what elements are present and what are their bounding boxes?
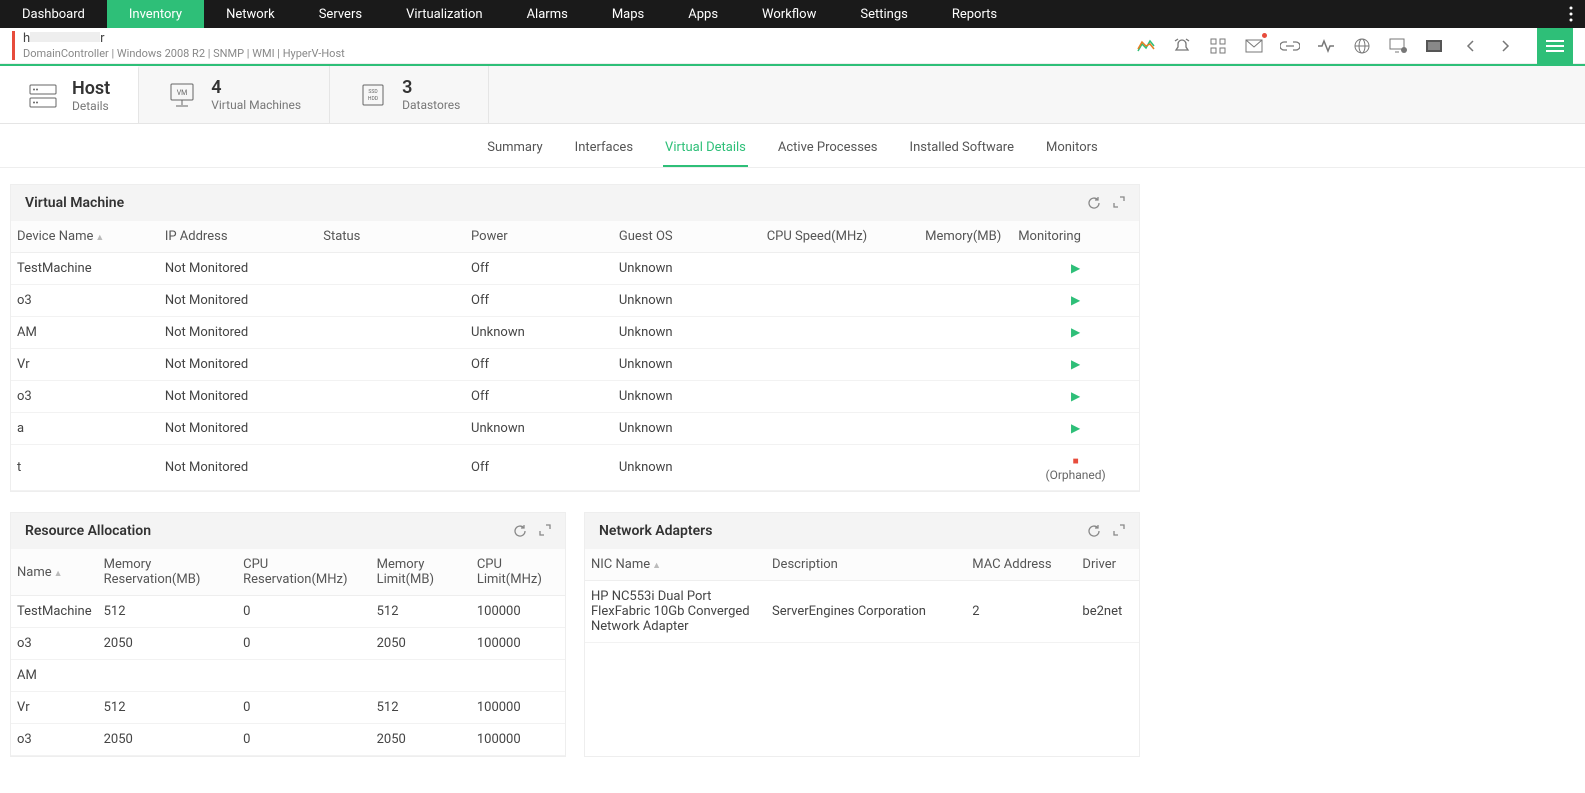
tab-datastores[interactable]: SSDHDD 3 Datastores xyxy=(330,66,489,123)
table-row[interactable]: a Not MonitoredUnknownUnknown▶ xyxy=(11,413,1139,445)
ra-col-header[interactable]: CPU Reservation(MHz) xyxy=(237,549,370,596)
table-row[interactable]: t Not MonitoredOffUnknown■(Orphaned) xyxy=(11,445,1139,491)
nav-more-icon[interactable] xyxy=(1563,0,1579,28)
datastore-icon: SSDHDD xyxy=(358,80,388,110)
ra-col-header[interactable]: Memory Reservation(MB) xyxy=(98,549,238,596)
vm-widget-title: Virtual Machine xyxy=(25,195,124,211)
network-adapters-widget: Network Adapters NIC Name▲DescriptionMAC… xyxy=(584,512,1140,757)
tab-vms-count: 4 xyxy=(211,77,301,98)
globe-icon[interactable] xyxy=(1351,35,1373,57)
na-col-header[interactable]: Description xyxy=(766,549,966,581)
tab-ds-sub: Datastores xyxy=(402,98,460,112)
table-row[interactable]: TestMachine5120512100000 xyxy=(11,596,565,628)
nav-servers[interactable]: Servers xyxy=(297,0,384,28)
vm-table: Device Name▲IP AddressStatusPowerGuest O… xyxy=(11,221,1139,491)
grid-icon[interactable] xyxy=(1207,35,1229,57)
inner-tabs: Summary Interfaces Virtual Details Active P… xyxy=(0,124,1585,168)
link-icon[interactable] xyxy=(1279,35,1301,57)
chart-icon[interactable] xyxy=(1135,35,1157,57)
alarm-icon[interactable] xyxy=(1171,35,1193,57)
next-icon[interactable] xyxy=(1495,35,1517,57)
vm-col-header[interactable]: Guest OS xyxy=(613,221,761,253)
nav-alarms[interactable]: Alarms xyxy=(505,0,590,28)
vm-col-header[interactable]: Memory(MB) xyxy=(919,221,1012,253)
screen-icon[interactable] xyxy=(1423,35,1445,57)
tab-host[interactable]: Host Details xyxy=(0,66,139,123)
na-col-header[interactable]: MAC Address xyxy=(966,549,1076,581)
nav-workflow[interactable]: Workflow xyxy=(740,0,838,28)
tab-ds-count: 3 xyxy=(402,77,460,98)
table-row[interactable]: A MNot MonitoredUnknownUnknown▶ xyxy=(11,317,1139,349)
nav-apps[interactable]: Apps xyxy=(666,0,740,28)
nav-settings[interactable]: Settings xyxy=(838,0,929,28)
mail-icon[interactable] xyxy=(1243,35,1265,57)
ra-col-header[interactable]: CPU Limit(MHz) xyxy=(471,549,565,596)
device-subtitle: DomainController | Windows 2008 R2 | SNM… xyxy=(23,47,345,60)
vm-icon: VM xyxy=(167,80,197,110)
inner-tab-summary[interactable]: Summary xyxy=(485,134,544,167)
ra-col-header[interactable]: Name▲ xyxy=(11,549,98,596)
nav-inventory[interactable]: Inventory xyxy=(107,0,204,28)
vm-widget: Virtual Machine Device Name▲IP AddressSt… xyxy=(10,184,1140,492)
inner-tab-interfaces[interactable]: Interfaces xyxy=(573,134,635,167)
inner-tab-active-processes[interactable]: Active Processes xyxy=(776,134,880,167)
na-col-header[interactable]: NIC Name▲ xyxy=(585,549,766,581)
na-col-header[interactable]: Driver xyxy=(1076,549,1139,581)
table-row[interactable]: o 3Not MonitoredOffUnknown▶ xyxy=(11,285,1139,317)
top-nav: DashboardInventoryNetworkServersVirtuali… xyxy=(0,0,1585,28)
hamburger-menu[interactable] xyxy=(1537,28,1573,64)
section-tabs: Host Details VM 4 Virtual Machines SSDHD… xyxy=(0,64,1585,124)
tab-vms-sub: Virtual Machines xyxy=(211,98,301,112)
inner-tab-installed-software[interactable]: Installed Software xyxy=(908,134,1016,167)
table-row[interactable]: TestMachineNot MonitoredOffUnknown▶ xyxy=(11,253,1139,285)
nav-maps[interactable]: Maps xyxy=(590,0,666,28)
refresh-icon[interactable] xyxy=(1087,524,1101,538)
na-widget-title: Network Adapters xyxy=(599,523,712,539)
resource-allocation-widget: Resource Allocation Name▲Memory Reservat… xyxy=(10,512,566,757)
nav-network[interactable]: Network xyxy=(204,0,297,28)
device-title: hr xyxy=(23,31,345,47)
vm-col-header[interactable]: Device Name▲ xyxy=(11,221,159,253)
table-row[interactable]: V rNot MonitoredOffUnknown▶ xyxy=(11,349,1139,381)
vm-col-header[interactable]: CPU Speed(MHz) xyxy=(761,221,919,253)
tab-host-sub: Details xyxy=(72,99,110,113)
vm-col-header[interactable]: IP Address xyxy=(159,221,317,253)
svg-text:VM: VM xyxy=(177,89,188,97)
tab-host-title: Host xyxy=(72,78,110,99)
na-table: NIC Name▲DescriptionMAC AddressDriver HP… xyxy=(585,549,1139,643)
table-row[interactable]: o 3205002050100000 xyxy=(11,724,565,756)
inner-tab-monitors[interactable]: Monitors xyxy=(1044,134,1100,167)
expand-icon[interactable] xyxy=(539,524,551,538)
inner-tab-virtual-details[interactable]: Virtual Details xyxy=(663,134,748,167)
expand-icon[interactable] xyxy=(1113,196,1125,210)
tab-vms[interactable]: VM 4 Virtual Machines xyxy=(139,66,330,123)
svg-text:HDD: HDD xyxy=(368,96,378,102)
vm-col-header[interactable]: Monitoring xyxy=(1012,221,1139,253)
svg-text:SSD: SSD xyxy=(369,89,378,95)
header-toolbar xyxy=(1135,28,1573,64)
table-row[interactable]: HP NC553i Dual Port FlexFabric 10Gb Conv… xyxy=(585,581,1139,643)
nav-dashboard[interactable]: Dashboard xyxy=(0,0,107,28)
table-row[interactable]: o 3Not MonitoredOffUnknown▶ xyxy=(11,381,1139,413)
ra-col-header[interactable]: Memory Limit(MB) xyxy=(371,549,471,596)
ra-widget-title: Resource Allocation xyxy=(25,523,151,539)
prev-icon[interactable] xyxy=(1459,35,1481,57)
expand-icon[interactable] xyxy=(1113,524,1125,538)
vm-col-header[interactable]: Power xyxy=(465,221,613,253)
vm-col-header[interactable]: Status xyxy=(317,221,465,253)
activity-icon[interactable] xyxy=(1315,35,1337,57)
refresh-icon[interactable] xyxy=(513,524,527,538)
device-header: hr DomainController | Windows 2008 R2 | … xyxy=(0,28,1585,64)
table-row[interactable]: o 3205002050100000 xyxy=(11,628,565,660)
table-row[interactable]: A M xyxy=(11,660,565,692)
nav-virtualization[interactable]: Virtualization xyxy=(384,0,505,28)
table-row[interactable]: V r5120512100000 xyxy=(11,692,565,724)
nav-reports[interactable]: Reports xyxy=(930,0,1019,28)
refresh-icon[interactable] xyxy=(1087,196,1101,210)
monitor-alert-icon[interactable] xyxy=(1387,35,1409,57)
host-icon xyxy=(28,81,58,111)
